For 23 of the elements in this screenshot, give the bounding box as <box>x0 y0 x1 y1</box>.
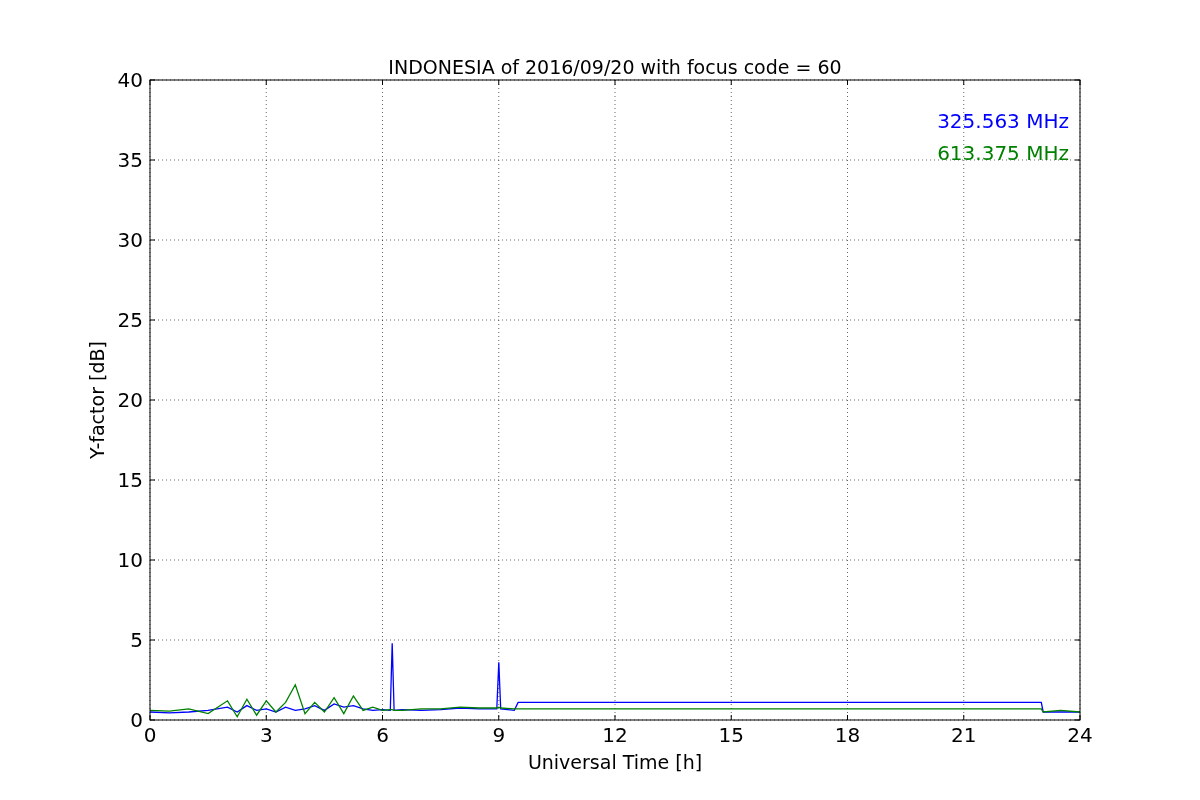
tick-label: 5 <box>130 628 143 652</box>
tick-label: 40 <box>117 68 143 92</box>
tick-label: 0 <box>130 708 143 732</box>
tick-label: 6 <box>376 723 389 747</box>
tick-label: 30 <box>117 228 143 252</box>
tick-label: 10 <box>117 548 143 572</box>
tick-label: 15 <box>117 468 143 492</box>
axis-label: Universal Time [h] <box>527 751 703 773</box>
tick-label: 21 <box>951 723 977 747</box>
chart-title: INDONESIA of 2016/09/20 with focus code = 60 <box>388 56 842 78</box>
tick-label: 3 <box>259 723 273 747</box>
tick-label: 35 <box>117 148 143 172</box>
tick-label: 12 <box>602 723 628 747</box>
tick-label: 0 <box>143 723 157 747</box>
tick-label: 24 <box>1067 723 1093 747</box>
tick-label: 20 <box>117 388 143 412</box>
legend-label: 325.563 MHz <box>937 109 1069 133</box>
tick-label: 15 <box>718 723 744 747</box>
tick-label: 18 <box>834 723 861 747</box>
tick-label: 9 <box>492 723 506 747</box>
legend-label: 613.375 MHz <box>937 141 1069 165</box>
axis-label: Y-factor [dB] <box>86 341 108 459</box>
tick-label: 25 <box>117 308 143 332</box>
